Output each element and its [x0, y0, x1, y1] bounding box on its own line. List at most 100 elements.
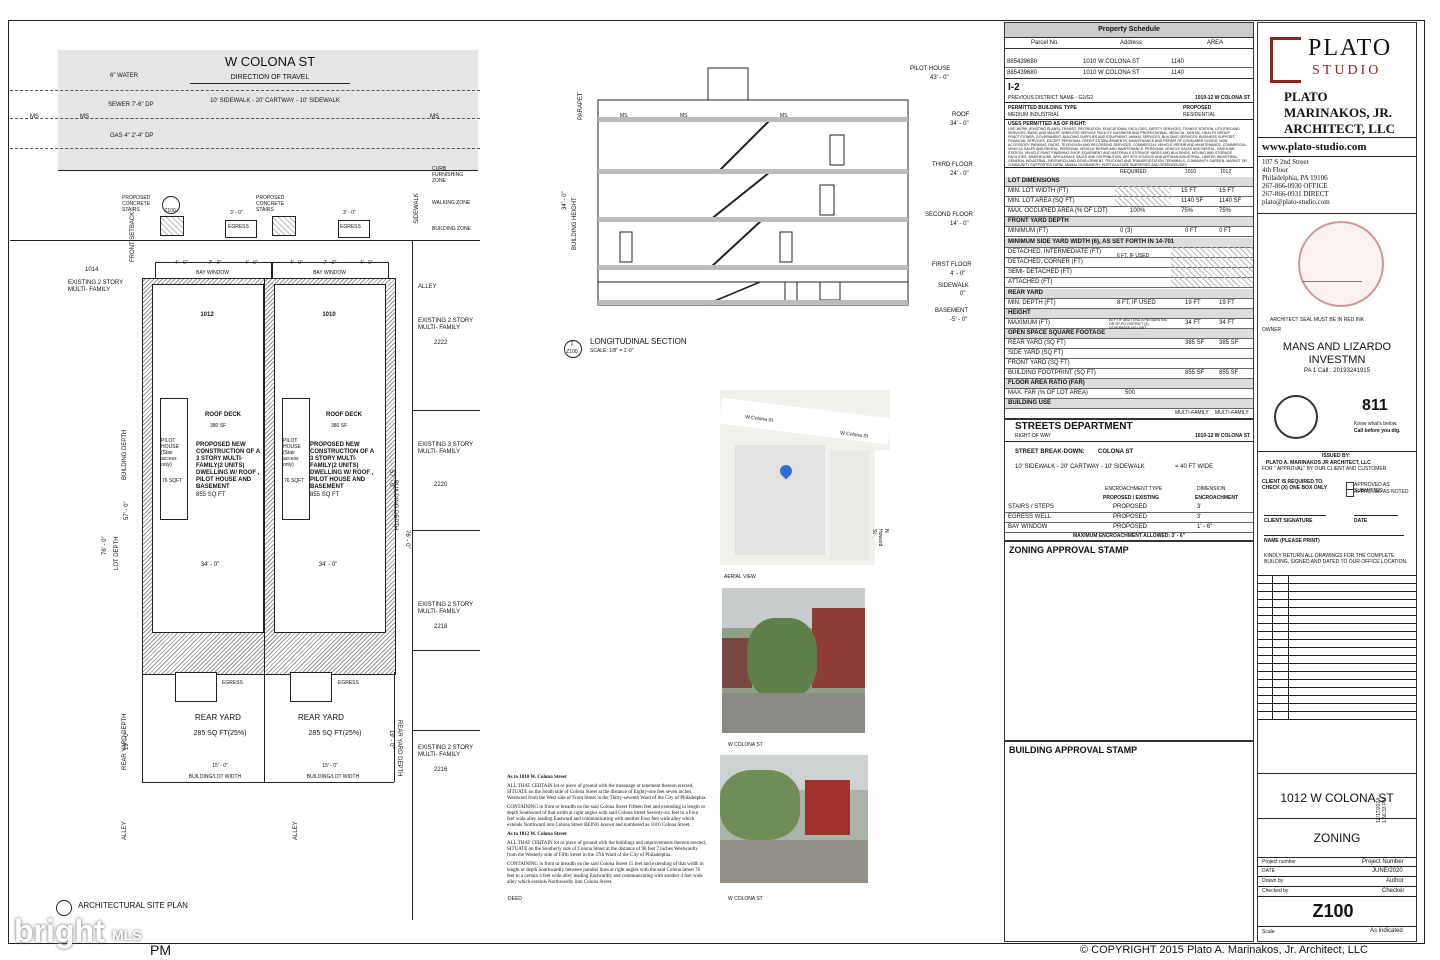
- unit-1012: 1012: [200, 312, 214, 318]
- longitudinal-section: MS MS MS PARAPET BUILDING HEIGHT 34' - 0…: [540, 60, 970, 360]
- title-block: PLATO STUDIO PLATO MARINAKOS, JR. ARCHIT…: [1257, 22, 1417, 942]
- level-second-floor: SECOND FLOOR: [925, 212, 974, 218]
- building-zone: BUILDING ZONE: [432, 226, 471, 232]
- street-photo-1: [722, 588, 865, 733]
- hatch-cell: [1115, 186, 1171, 196]
- section-scale: SCALE: 1/8" = 1'-0": [590, 348, 634, 354]
- proposed-stairs-b: PROPOSED CONCRETE STAIRS: [256, 195, 285, 213]
- direction-of-travel: DIRECTION OF TRAVEL: [230, 74, 310, 81]
- utility-gas: GAS 4" 2'-4" DP: [110, 133, 154, 139]
- ms-label: MS: [30, 114, 39, 120]
- rear-egress-b: [290, 672, 332, 702]
- grid-line: [1258, 671, 1416, 672]
- timestamp: 12/17/2024 1:56:33 PM: [1376, 797, 1388, 823]
- neighbor-2220: EXISTING 3 STORY MULTI- FAMILY: [418, 442, 474, 455]
- encroachment-row: BAY WINDOW PROPOSED 1' - 6": [1005, 522, 1253, 533]
- building-approval-stamp: BUILDING APPROVAL STAMP: [1004, 740, 1254, 942]
- grid-line: [1258, 647, 1416, 648]
- property-schedule: Property Schedule Parcel No. Address ARE…: [1004, 22, 1254, 420]
- street-photo-2: [720, 755, 868, 883]
- section-drawing: [597, 67, 909, 306]
- schedule-cell: 75%: [1181, 208, 1194, 214]
- level-pilot-house: PILOT HOUSE: [910, 66, 951, 72]
- schedule-cell: 1140 SF: [1219, 198, 1242, 204]
- utility-water: 6" WATER: [110, 73, 139, 79]
- grid-line: [1258, 631, 1416, 632]
- lot-1014: 1014: [85, 267, 99, 273]
- encroachment-cell: BAY WINDOW: [1008, 524, 1048, 530]
- grid-line: [1258, 703, 1416, 704]
- front-stair-b: [272, 216, 296, 236]
- grid-line: [1258, 583, 1416, 584]
- neighbor-2222: EXISTING 2 STORY MULTI- FAMILY: [418, 318, 474, 331]
- schedule-cell: 1140 SF: [1181, 198, 1204, 204]
- building-height: BUILDING HEIGHT: [572, 197, 578, 250]
- deed-caption: DEED: [508, 896, 522, 902]
- revision-grid: [1258, 575, 1416, 723]
- front-setback: FRONT SETBACK: [130, 211, 136, 262]
- grid-line: [1258, 623, 1416, 624]
- copyright: © COPYRIGHT 2015 Plato A. Marinakos, Jr.…: [1080, 944, 1368, 956]
- logo-mark-icon: [1270, 37, 1301, 83]
- schedule-cell: MIN. LOT AREA (SQ FT): [1008, 198, 1075, 204]
- grid-line: [1258, 639, 1416, 640]
- pa-one-call-icon: [1274, 395, 1318, 439]
- aerial-caption: AERIAL VIEW: [724, 574, 756, 580]
- schedule-cell: 100%: [1130, 208, 1146, 214]
- encroachment-cell: 3': [1197, 514, 1202, 520]
- rear-yard-a: REAR YARD: [195, 713, 241, 722]
- rear-yard-b: REAR YARD: [298, 713, 344, 722]
- unit-1010: 1010: [322, 312, 336, 318]
- schedule-cell: 855 SF: [1185, 370, 1205, 376]
- walking-zone: WALKING ZONE: [432, 200, 471, 206]
- proposed-text-a: PROPOSED NEW CONSTRUCTION OF A 3 STORY M…: [196, 442, 260, 490]
- schedule-cell: SIDE YARD (SQ FT): [1008, 350, 1064, 356]
- website-link[interactable]: www.plato-studio.com: [1262, 141, 1367, 153]
- encroachment-cell: PROPOSED: [1113, 504, 1148, 510]
- watermark-logo: bright MLS: [14, 913, 142, 949]
- grid-line: [1258, 599, 1416, 600]
- schedule-cell: 75%: [1219, 208, 1232, 214]
- section-title: LONGITUDINAL SECTION: [590, 337, 687, 346]
- grid-line: [1258, 719, 1416, 720]
- schedule-cell: 385 SF: [1185, 340, 1205, 346]
- level-first-floor: FIRST FLOOR: [932, 262, 972, 268]
- level-third-floor: THIRD FLOOR: [932, 162, 973, 168]
- building-depth-left: BUILDING DEPTH: [122, 429, 128, 480]
- grid-line: [1258, 607, 1416, 608]
- email-link[interactable]: plato@plato-studio.com: [1262, 198, 1330, 206]
- grid-line: [1258, 663, 1416, 664]
- approved-noted-checkbox[interactable]: [1346, 489, 1354, 497]
- aerial-map: W Colona St W Colona St N Howard St: [720, 390, 890, 565]
- grid-line: [1288, 575, 1289, 719]
- signature: [1302, 261, 1362, 282]
- sheet-number: Z100: [1312, 901, 1354, 921]
- neighbor-2218: EXISTING 2 STORY MULTI- FAMILY: [418, 602, 474, 615]
- grid-line: [1258, 687, 1416, 688]
- schedule-cell: FRONT YARD (SQ FT): [1008, 360, 1070, 366]
- parapet: PARAPET: [578, 92, 584, 120]
- neighbor-2216: EXISTING 2 STORY MULTI- FAMILY: [418, 745, 474, 758]
- encroachment-cell: 1' - 6": [1197, 524, 1213, 530]
- grid-line: [1258, 679, 1416, 680]
- schedule-cell: REAR YARD (SQ FT): [1008, 340, 1066, 346]
- encroachment-cell: 3': [1197, 504, 1202, 510]
- encroachment-cell: STAIRS / STEPS: [1008, 504, 1054, 510]
- curb-zone: CURB FURNISHING ZONE: [432, 166, 464, 184]
- rear-egress-a: [175, 672, 217, 702]
- encroachment-cell: PROPOSED: [1113, 524, 1148, 530]
- grid-line: [1272, 575, 1273, 719]
- level-basement: BASEMENT: [935, 308, 969, 314]
- grid-line: [1258, 711, 1416, 712]
- grid-line: [1258, 615, 1416, 616]
- encroachment-cell: PROPOSED: [1113, 514, 1148, 520]
- open-space-row: BUILDING FOOTPRINT (SQ FT) 855 SF 855 SF: [1005, 368, 1253, 379]
- schedule-cell: BUILDING FOOTPRINT (SQ FT): [1008, 370, 1096, 376]
- streets-department: STREETS DEPARTMENT RIGHT OF WAY 1010-12 …: [1004, 418, 1254, 542]
- site-plan: W COLONA ST DIRECTION OF TRAVEL 6" WATER…: [10, 50, 480, 920]
- photo-1-caption: W COLONA ST: [728, 742, 763, 748]
- utility-sewer: SEWER 7'-6" DP: [108, 102, 154, 108]
- schedule-row: MAX. OCCUPIED AREA (% OF LOT) 100% 75% 75%: [1005, 206, 1253, 217]
- project-address: 1012 W COLONA ST: [1280, 791, 1394, 805]
- street-name: W COLONA ST: [224, 54, 316, 69]
